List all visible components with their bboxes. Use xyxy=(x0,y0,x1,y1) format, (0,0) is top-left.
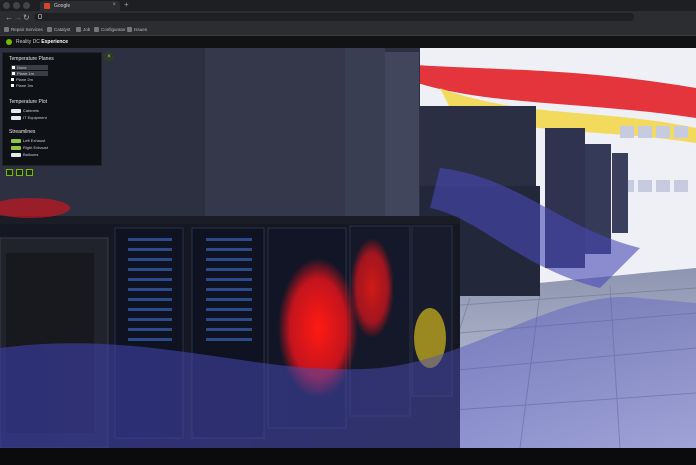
bookmark-icon xyxy=(76,27,81,33)
new-tab-button[interactable]: + xyxy=(124,0,129,10)
plane-option-label: Plane 2m xyxy=(16,77,33,82)
close-icon[interactable]: × xyxy=(104,52,114,62)
nvidia-logo-icon xyxy=(6,39,12,45)
bookmark-item[interactable]: Configurator xyxy=(94,25,126,34)
app-brand: Reality DC xyxy=(16,39,40,45)
plane-option-label: Plane 1m xyxy=(17,71,34,76)
bookmark-icon xyxy=(94,27,99,33)
toggle-icon xyxy=(11,115,21,120)
datacenter-render xyxy=(0,48,696,448)
bookmark-icon xyxy=(4,27,9,33)
toggle-icon xyxy=(11,145,21,150)
window-control-icon[interactable] xyxy=(23,2,30,9)
settings-tool-icon[interactable] xyxy=(26,169,33,176)
plane-option[interactable]: Plane 1m xyxy=(11,71,48,76)
bookmark-icon xyxy=(127,27,132,33)
plane-option[interactable]: None xyxy=(11,65,48,70)
bookmarks-bar: Repair Services Catalyst Job Configurato… xyxy=(0,24,696,36)
browser-tab[interactable]: Google × xyxy=(40,1,120,11)
plane-option-label: None xyxy=(17,65,27,70)
streamline-option-label: Right Exhaust xyxy=(23,145,48,150)
window-control-icon[interactable] xyxy=(13,2,20,9)
radio-icon xyxy=(12,66,15,70)
plane-option[interactable]: Plane 3m xyxy=(11,83,33,88)
lock-icon xyxy=(38,14,42,19)
app-header: Reality DC Experience xyxy=(0,36,696,48)
plane-option[interactable]: Plane 2m xyxy=(11,77,33,82)
plane-option-label: Plane 3m xyxy=(16,83,33,88)
hot-zone xyxy=(350,238,394,338)
streamlines-heading: Streamlines xyxy=(9,129,36,135)
toggle-icon xyxy=(11,108,21,113)
temperature-plot-heading: Temperature Plot xyxy=(9,99,48,105)
bookmark-label: Catalyst xyxy=(54,27,71,32)
toggle-icon xyxy=(11,152,21,157)
plot-option[interactable]: Cabinets xyxy=(11,108,39,113)
bookmark-item[interactable]: Issues xyxy=(127,25,147,34)
temperature-planes-heading: Temperature Planes xyxy=(9,56,54,62)
streamline-option-label: Left Exhaust xyxy=(23,138,46,143)
tab-title: Google xyxy=(54,3,71,9)
streamline-option[interactable]: Left Exhaust xyxy=(11,138,45,143)
app-title: Reality DC Experience xyxy=(16,38,68,46)
back-arrow-icon[interactable]: ← xyxy=(5,13,13,22)
bookmark-item[interactable]: Repair Services xyxy=(4,25,43,34)
3d-viewport[interactable] xyxy=(0,48,696,448)
reload-icon[interactable]: ↻ xyxy=(23,13,30,22)
streamline-option[interactable]: Balloons xyxy=(11,152,38,157)
browser-tab-bar: Google × + xyxy=(0,0,696,11)
bookmark-label: Job xyxy=(83,27,91,32)
app-title-strong: Experience xyxy=(41,39,68,45)
plot-option[interactable]: IT Equipment xyxy=(11,115,47,120)
select-tool-icon[interactable] xyxy=(6,169,13,176)
radio-icon xyxy=(12,72,15,76)
bookmark-item[interactable]: Catalyst xyxy=(47,25,70,34)
favicon-icon xyxy=(44,3,50,9)
radio-icon xyxy=(11,78,14,82)
plot-option-label: IT Equipment xyxy=(23,115,47,120)
tab-close-icon[interactable]: × xyxy=(112,1,116,10)
bookmark-item[interactable]: Job xyxy=(76,25,90,34)
bookmark-label: Repair Services xyxy=(11,27,43,32)
address-bar-row: ← → ↻ xyxy=(0,11,696,24)
url-input[interactable] xyxy=(34,13,634,21)
settings-panel: Temperature Planes None Plane 1m Plane 2… xyxy=(2,52,102,166)
plot-option-label: Cabinets xyxy=(23,108,39,113)
streamline-option[interactable]: Right Exhaust xyxy=(11,145,48,150)
grid-tool-icon[interactable] xyxy=(16,169,23,176)
radio-icon xyxy=(11,84,14,88)
window-control-icon[interactable] xyxy=(3,2,10,9)
bookmark-icon xyxy=(47,27,52,33)
toggle-icon xyxy=(11,138,21,143)
streamline-option-label: Balloons xyxy=(23,152,39,157)
bottom-bar xyxy=(0,448,696,465)
bookmark-label: Issues xyxy=(134,27,148,32)
forward-arrow-icon[interactable]: → xyxy=(14,13,22,22)
bookmark-label: Configurator xyxy=(101,27,126,32)
